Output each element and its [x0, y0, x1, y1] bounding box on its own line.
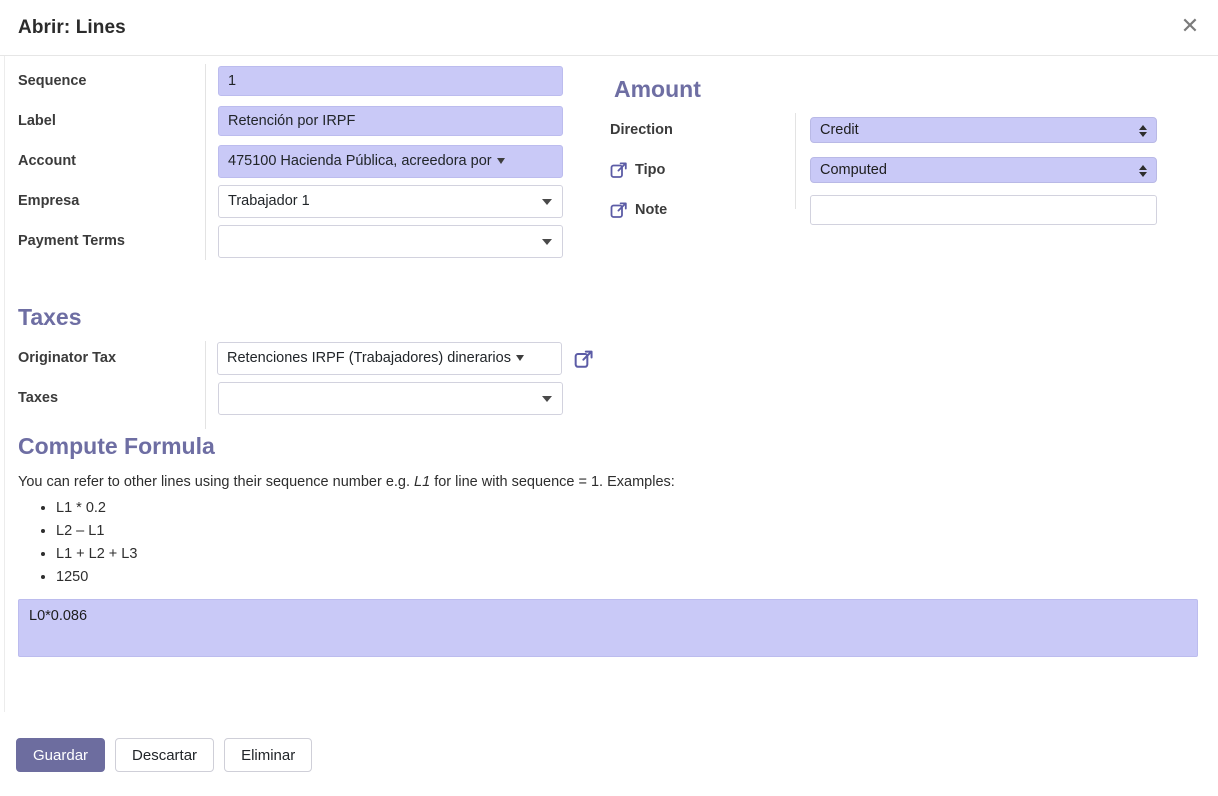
taxes-group: Taxes Originator Tax Retenciones IRPF (T…	[0, 304, 593, 429]
control-label: Retención por IRPF	[205, 106, 563, 136]
field-divider	[795, 113, 796, 209]
dialog-footer: Guardar Descartar Eliminar	[0, 716, 1218, 772]
label-payment-terms: Payment Terms	[18, 233, 125, 249]
amount-section-title: Amount	[614, 76, 701, 102]
spinner-arrows-icon	[1138, 161, 1148, 181]
chevron-down-icon	[515, 355, 524, 361]
field-row-account: Account 475100 Hacienda Pública, acreedo…	[0, 142, 592, 180]
label-direction-text: Direction	[610, 122, 673, 138]
list-item: 1250	[56, 569, 1218, 585]
originator-tax-select-value: Retenciones IRPF (Trabajadores) dinerari…	[227, 350, 511, 366]
list-item: L2 – L1	[56, 523, 1218, 539]
label-account: Account	[18, 153, 76, 169]
label-sequence: Sequence	[18, 73, 87, 89]
label-tipo-text: Tipo	[635, 162, 666, 178]
label-empresa: Empresa	[18, 193, 80, 209]
description-before: You can refer to other lines using their…	[18, 474, 415, 490]
compute-formula-title: Compute Formula	[18, 433, 215, 459]
amount-group: Amount Direction Credit Tipo Computed No…	[592, 62, 1192, 231]
taxes-section-title: Taxes	[18, 304, 82, 330]
compute-formula-input[interactable]	[18, 599, 1198, 657]
label-input[interactable]: Retención por IRPF	[218, 106, 563, 136]
dialog-header: Abrir: Lines ✕	[0, 0, 1218, 56]
taxes-fieldset: Originator Tax Retenciones IRPF (Trabaja…	[0, 339, 593, 429]
list-item: L1 * 0.2	[56, 500, 1218, 516]
control-note	[797, 195, 1157, 225]
dialog-title: Abrir: Lines	[18, 16, 126, 38]
empresa-select[interactable]: Trabajador 1	[218, 184, 563, 218]
close-icon[interactable]: ✕	[1172, 9, 1208, 45]
direction-select[interactable]: Credit	[810, 117, 1157, 143]
field-divider	[205, 64, 206, 260]
compute-formula-description: You can refer to other lines using their…	[0, 474, 1218, 490]
field-row-tipo: Tipo Computed	[592, 151, 1192, 189]
note-input[interactable]	[810, 195, 1157, 225]
control-taxes	[205, 381, 563, 415]
originator-tax-select[interactable]: Retenciones IRPF (Trabajadores) dinerari…	[217, 341, 562, 375]
chevron-down-icon	[542, 238, 552, 245]
amount-fieldset: Direction Credit Tipo Computed Note	[592, 111, 1192, 229]
control-account: 475100 Hacienda Pública, acreedora por	[205, 144, 563, 178]
chevron-down-icon	[496, 158, 505, 164]
label-tipo: Tipo	[592, 161, 797, 179]
label-originator-tax: Originator Tax	[18, 350, 117, 366]
compute-formula-group: Compute Formula You can refer to other l…	[0, 419, 1218, 662]
control-originator-tax: Retenciones IRPF (Trabajadores) dinerari…	[204, 341, 593, 375]
tipo-select-value: Computed	[820, 162, 887, 178]
main-fieldset: Sequence 1 Label Retención por IRPF Acco…	[0, 62, 592, 260]
field-row-payment-terms: Payment Terms	[0, 222, 592, 260]
description-emphasis: L1	[414, 474, 431, 490]
field-row-note: Note	[592, 191, 1192, 229]
external-link-icon[interactable]	[610, 161, 628, 179]
field-row-taxes: Taxes	[0, 379, 592, 417]
control-payment-terms	[205, 224, 563, 258]
main-fields-group: Sequence 1 Label Retención por IRPF Acco…	[0, 62, 592, 262]
tipo-select[interactable]: Computed	[810, 157, 1157, 183]
external-link-icon[interactable]	[610, 201, 628, 219]
sequence-input[interactable]: 1	[218, 66, 563, 96]
direction-select-value: Credit	[820, 122, 859, 138]
delete-button[interactable]: Eliminar	[224, 738, 313, 772]
label-note-text: Note	[635, 202, 668, 218]
label-direction: Direction	[592, 122, 797, 138]
save-button[interactable]: Guardar	[16, 738, 106, 772]
field-row-direction: Direction Credit	[592, 111, 1192, 149]
control-sequence: 1	[205, 66, 563, 96]
description-after: for line with sequence = 1. Examples:	[430, 474, 675, 490]
field-row-originator-tax: Originator Tax Retenciones IRPF (Trabaja…	[0, 339, 593, 377]
chevron-down-icon	[542, 198, 552, 205]
label-label: Label	[18, 113, 56, 129]
external-link-icon[interactable]	[574, 349, 593, 368]
top-groups: Sequence 1 Label Retención por IRPF Acco…	[0, 56, 1218, 262]
spinner-arrows-icon	[1138, 121, 1148, 141]
control-empresa: Trabajador 1	[205, 184, 563, 218]
account-select[interactable]: 475100 Hacienda Pública, acreedora por	[218, 144, 563, 178]
field-row-label: Label Retención por IRPF	[0, 102, 592, 140]
label-taxes: Taxes	[18, 390, 59, 406]
chevron-down-icon	[542, 395, 552, 402]
control-tipo: Computed	[797, 157, 1157, 183]
label-note: Note	[592, 201, 797, 219]
discard-button[interactable]: Descartar	[115, 738, 215, 772]
empresa-select-value: Trabajador 1	[228, 193, 310, 209]
account-select-value: 475100 Hacienda Pública, acreedora por	[228, 153, 492, 169]
payment-terms-select[interactable]	[218, 224, 563, 258]
control-direction: Credit	[797, 117, 1157, 143]
field-row-empresa: Empresa Trabajador 1	[0, 182, 592, 220]
field-row-sequence: Sequence 1	[0, 62, 592, 100]
dialog-body: Sequence 1 Label Retención por IRPF Acco…	[0, 56, 1218, 716]
taxes-select[interactable]	[218, 381, 563, 415]
compute-formula-examples: L1 * 0.2 L2 – L1 L1 + L2 + L3 1250	[0, 500, 1218, 585]
field-divider	[205, 341, 206, 429]
list-item: L1 + L2 + L3	[56, 546, 1218, 562]
